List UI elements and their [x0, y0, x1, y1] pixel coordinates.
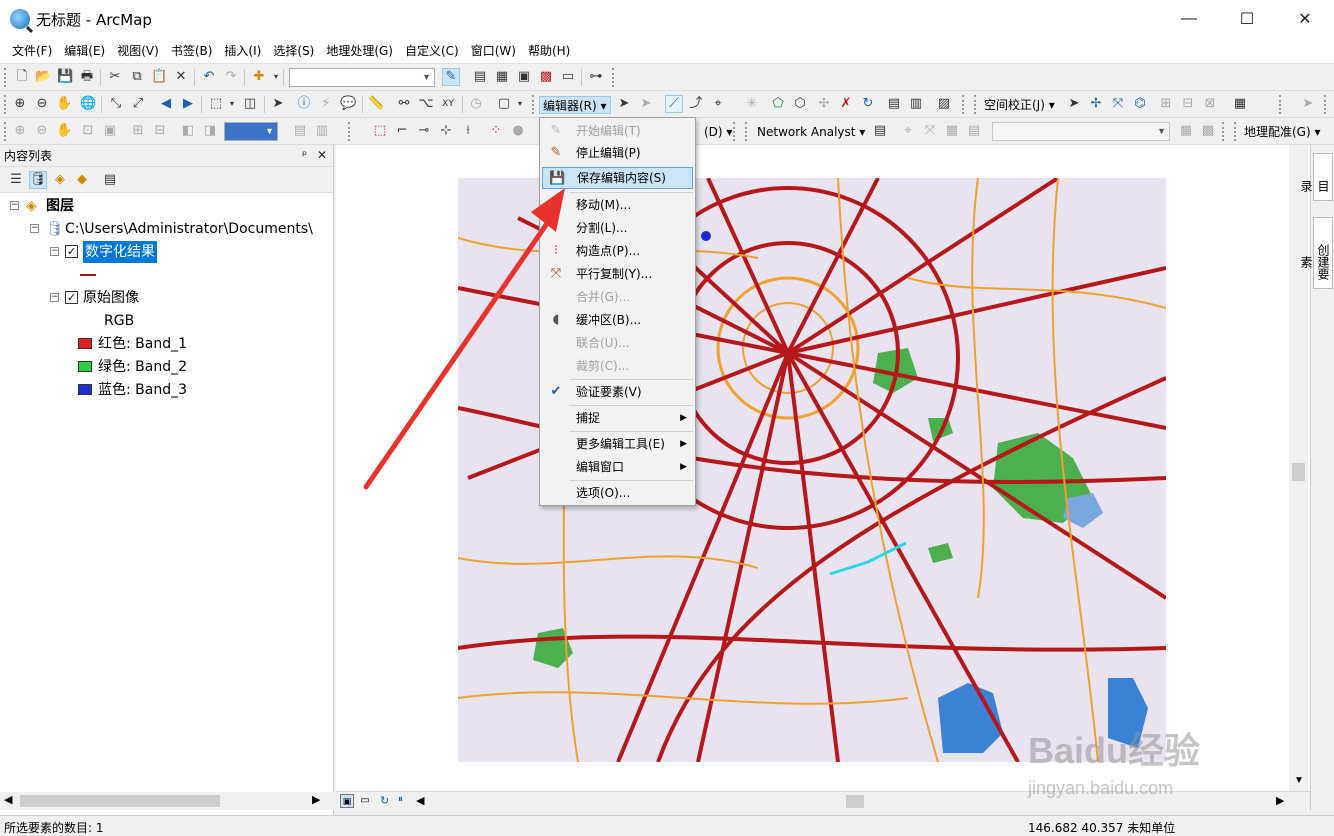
watermark-url: jingyan.baidu.com: [1028, 778, 1174, 798]
baidu-jingyan-watermark: Baidu经验 jingyan.baidu.com: [1028, 722, 1268, 807]
annotation-arrow: [363, 188, 565, 490]
watermark-brand: Baidu经验: [1028, 730, 1201, 771]
